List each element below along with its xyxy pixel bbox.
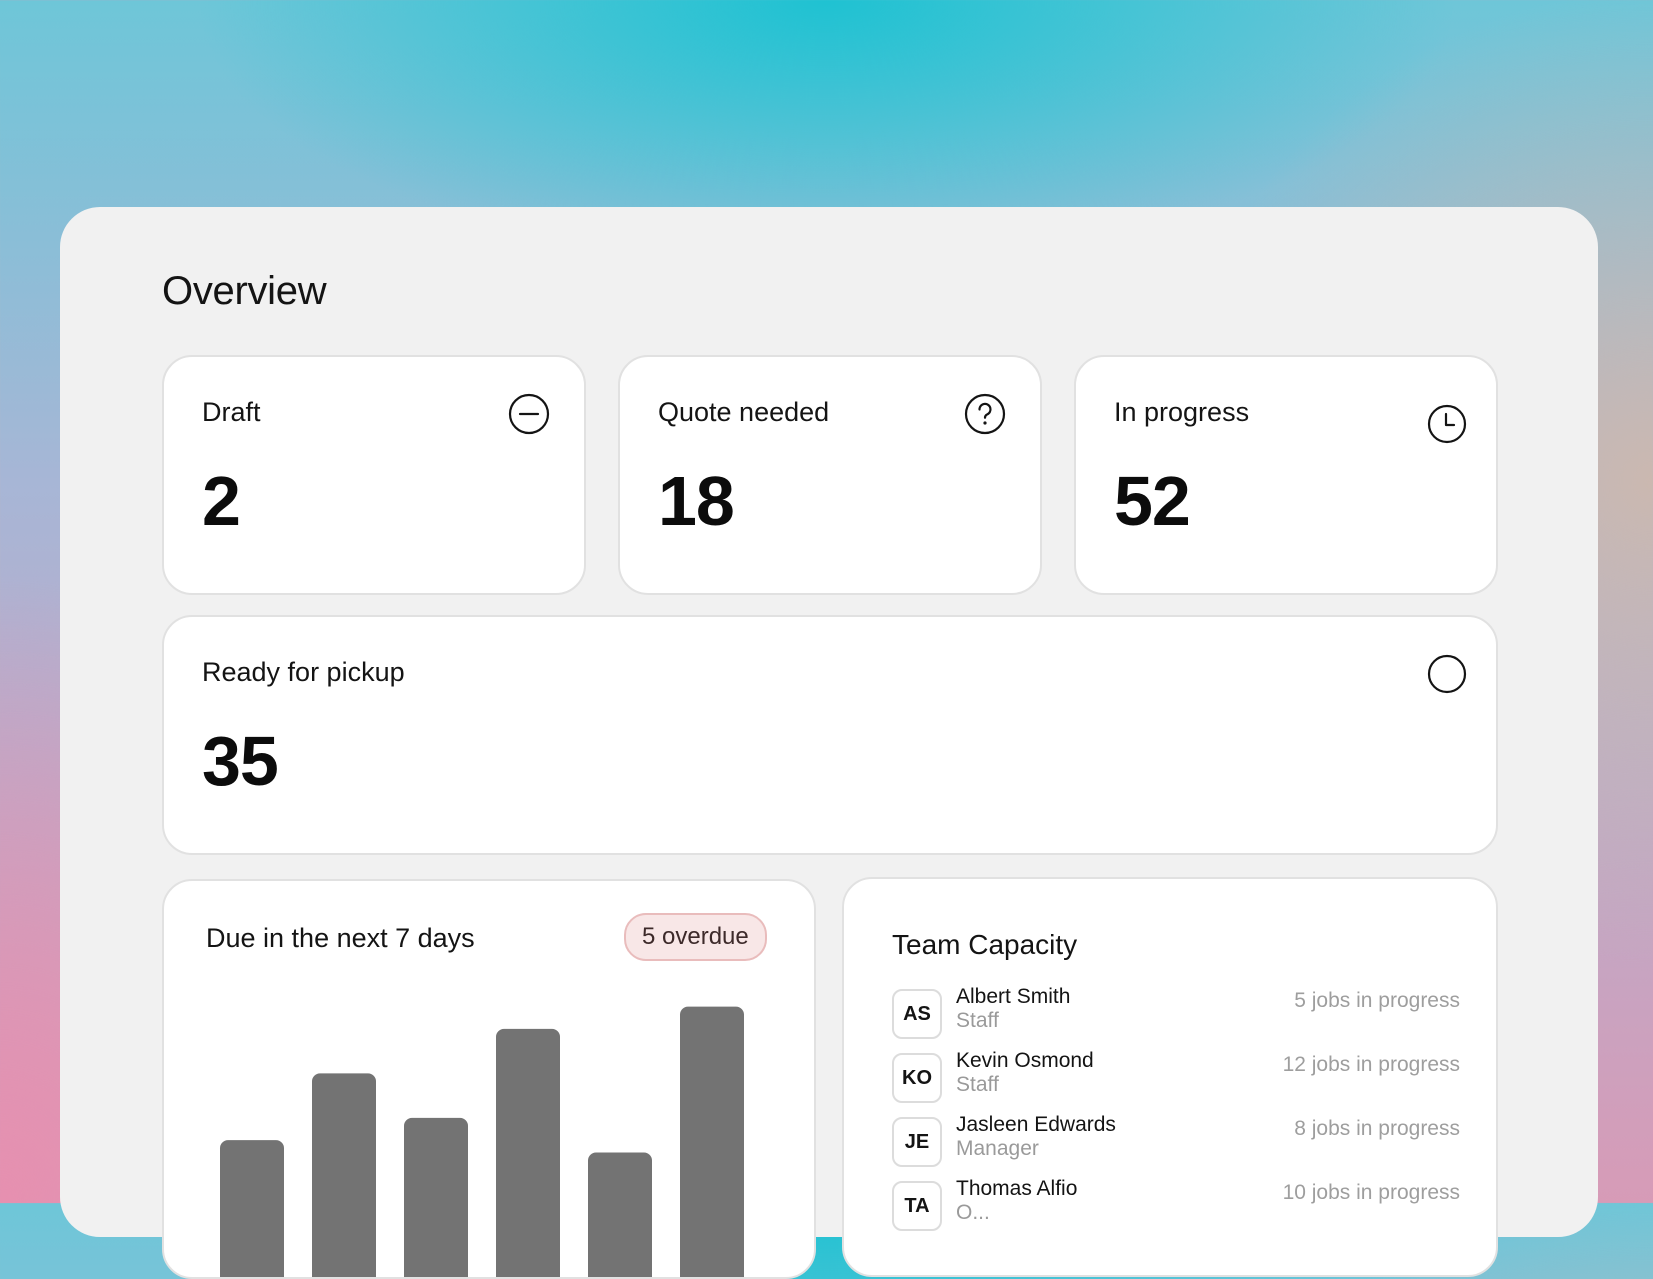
due-bar-chart <box>220 1006 744 1277</box>
clock-icon <box>1426 403 1468 445</box>
due-card[interactable]: Due in the next 7 days 5 overdue <box>162 879 816 1279</box>
team-member-row[interactable]: KO Kevin Osmond Staff 12 jobs in progres… <box>892 1049 1460 1109</box>
stat-value: 2 <box>202 462 241 540</box>
team-member-row[interactable]: AS Albert Smith Staff 5 jobs in progress <box>892 985 1460 1045</box>
team-capacity-card: Team Capacity AS Albert Smith Staff 5 jo… <box>842 877 1498 1277</box>
team-title: Team Capacity <box>892 929 1078 960</box>
stat-card-in-progress[interactable]: In progress 52 <box>1074 355 1498 595</box>
stat-label: In progress <box>1114 397 1250 427</box>
member-name: Albert Smith <box>956 985 1071 1008</box>
avatar: TA <box>892 1181 942 1231</box>
question-circle-icon <box>964 393 1006 435</box>
chart-bar <box>312 1073 376 1277</box>
member-name: Kevin Osmond <box>956 1049 1094 1072</box>
member-jobs: 5 jobs in progress <box>1294 989 1460 1012</box>
chart-bar <box>220 1140 284 1277</box>
stat-card-draft[interactable]: Draft 2 <box>162 355 586 595</box>
member-role: Staff <box>956 1009 999 1032</box>
avatar: KO <box>892 1053 942 1103</box>
team-member-row[interactable]: TA Thomas Alfio O... 10 jobs in progress <box>892 1177 1460 1237</box>
stat-value: 35 <box>202 722 279 800</box>
stat-label: Quote needed <box>658 397 830 427</box>
overview-panel: Overview Draft 2 Quote needed 18 In prog… <box>60 207 1598 1279</box>
member-jobs: 8 jobs in progress <box>1294 1117 1460 1140</box>
minus-circle-icon <box>508 393 550 435</box>
chart-bar <box>496 1028 560 1277</box>
empty-circle-icon <box>1426 653 1468 695</box>
page-title: Overview <box>162 269 327 313</box>
stat-card-quote-needed[interactable]: Quote needed 18 <box>618 355 1042 595</box>
stat-label: Draft <box>202 397 261 427</box>
member-name: Jasleen Edwards <box>956 1113 1116 1136</box>
stat-value: 52 <box>1114 462 1191 540</box>
member-role: Staff <box>956 1073 999 1096</box>
stat-card-ready-for-pickup[interactable]: Ready for pickup 35 <box>162 615 1498 855</box>
member-name: Thomas Alfio <box>956 1177 1078 1200</box>
member-role: Manager <box>956 1137 1039 1160</box>
member-role: O... <box>956 1201 990 1224</box>
avatar: JE <box>892 1117 942 1167</box>
chart-bar <box>588 1152 652 1277</box>
stat-label: Ready for pickup <box>202 657 405 687</box>
team-member-row[interactable]: JE Jasleen Edwards Manager 8 jobs in pro… <box>892 1113 1460 1173</box>
avatar: AS <box>892 989 942 1039</box>
member-jobs: 10 jobs in progress <box>1282 1181 1460 1204</box>
chart-bar <box>680 1006 744 1277</box>
stat-value: 18 <box>658 462 735 540</box>
member-jobs: 12 jobs in progress <box>1282 1053 1460 1076</box>
chart-bar <box>404 1117 468 1277</box>
